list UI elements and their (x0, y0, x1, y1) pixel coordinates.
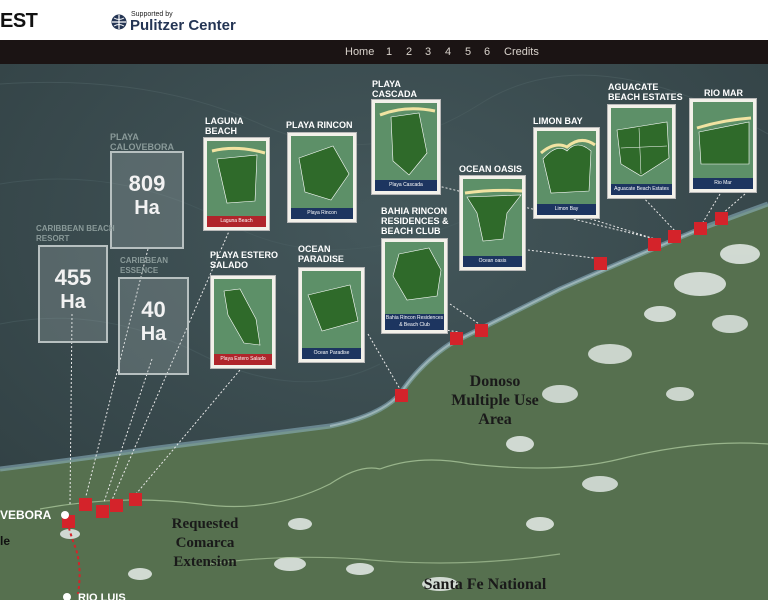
nav-chapter-6[interactable]: 6 (484, 40, 490, 64)
project-label: Caribbean Essence (120, 256, 168, 275)
project-label: Playa Calovebora (110, 132, 175, 152)
project-label: Rio Mar (704, 88, 743, 98)
nav-chapter-1[interactable]: 1 (386, 40, 392, 64)
chapter-nav: Home 1 2 3 4 5 6 Credits (0, 40, 768, 64)
area-label-line: Donoso (469, 373, 521, 390)
project-marker[interactable] (648, 238, 661, 251)
project-marker[interactable] (110, 499, 123, 512)
area-label-line: Santa Fe National (423, 576, 547, 593)
project-marker[interactable] (694, 222, 707, 235)
project-label: Laguna Beach (205, 116, 244, 136)
town-dot (63, 593, 71, 600)
project-card[interactable]: Rio Mar (689, 98, 757, 193)
area-label-santa-fe: Santa Fe National (405, 575, 565, 594)
project-card[interactable]: Aguacate Beach Estates (607, 104, 676, 199)
project-marker[interactable] (594, 257, 607, 270)
parcel-thumbnail (611, 108, 672, 195)
project-card-name: Playa Rincon (291, 208, 353, 219)
project-label: Aguacate Beach Estates (608, 82, 683, 102)
project-card-name: Playa Cascada (375, 180, 437, 191)
project-marker[interactable] (475, 324, 488, 337)
project-card-name: Rio Mar (693, 178, 753, 189)
project-card[interactable]: Laguna Beach (203, 137, 270, 231)
area-label-line: Extension (173, 554, 237, 570)
project-marker[interactable] (395, 389, 408, 402)
edge-label: le (0, 534, 11, 548)
project-card[interactable]: Bahia Rincon Residences & Beach Club (381, 238, 448, 334)
project-card-name: Playa Estero Salado (214, 354, 272, 365)
parcel-thumbnail (214, 279, 272, 365)
area-stat-unit: Ha (140, 323, 167, 345)
nav-chapter-3[interactable]: 3 (425, 40, 431, 64)
project-card-name: Limon Bay (537, 204, 596, 215)
sponsor-name: Pulitzer Center (130, 17, 236, 34)
project-label: Caribbean Beach Resort (36, 224, 115, 243)
satellite-map[interactable]: VEBORA le RIO LUIS Donoso Multiple Use A… (0, 64, 768, 600)
area-stat-card[interactable]: 40 Ha (118, 277, 189, 375)
parcel-thumbnail (375, 103, 437, 191)
town-label-rio-luis: RIO LUIS (78, 592, 126, 600)
project-label: Ocean Oasis (459, 164, 523, 174)
project-marker[interactable] (96, 505, 109, 518)
globe-icon (111, 14, 127, 30)
area-stat-unit: Ha (60, 291, 86, 313)
area-stat-card[interactable]: 455 Ha (38, 245, 108, 343)
area-label-line: Requested (171, 516, 239, 532)
parcel-thumbnail (207, 141, 266, 227)
area-stat-card[interactable]: 809 Ha (110, 151, 184, 249)
project-card[interactable]: Playa Rincon (287, 132, 357, 223)
project-card-name: Ocean Paradise (302, 348, 361, 359)
project-card-name: Aguacate Beach Estates (611, 184, 672, 195)
area-label-comarca: Requested Comarca Extension (150, 515, 260, 572)
project-card-name: Ocean oasis (463, 256, 522, 267)
area-label-donoso: Donoso Multiple Use Area (440, 372, 550, 429)
project-card[interactable]: Limon Bay (533, 127, 600, 219)
area-label-line: Multiple Use (451, 392, 539, 409)
town-dot (61, 511, 69, 519)
area-stat-unit: Ha (134, 197, 160, 219)
area-stat-value: 40 (141, 297, 166, 322)
project-marker[interactable] (715, 212, 728, 225)
project-card[interactable]: Ocean oasis (459, 175, 526, 271)
project-label: Playa Estero Salado (210, 250, 279, 270)
parcel-thumbnail (291, 136, 353, 219)
town-label-calovebora: VEBORA (0, 508, 52, 522)
area-label-line: Area (478, 411, 512, 428)
parcel-thumbnail (302, 271, 361, 359)
project-marker[interactable] (668, 230, 681, 243)
project-marker[interactable] (450, 332, 463, 345)
area-label-line: Comarca (175, 535, 235, 551)
project-card[interactable]: Ocean Paradise (298, 267, 365, 363)
project-card-name: Laguna Beach (207, 216, 266, 227)
parcel-thumbnail (463, 179, 522, 267)
project-label: Playa Rincon (286, 120, 353, 130)
parcel-thumbnail (693, 102, 753, 189)
parcel-thumbnail (537, 131, 596, 215)
project-card[interactable]: Playa Cascada (371, 99, 441, 195)
area-stat-value: 455 (54, 265, 92, 290)
project-label: Bahia Rincon Residences & Beach Club (381, 206, 449, 236)
project-marker[interactable] (79, 498, 92, 511)
nav-chapter-4[interactable]: 4 (445, 40, 451, 64)
site-header: EST Supported by Pulitzer Center (0, 0, 768, 40)
project-label: Limon Bay (533, 116, 583, 126)
site-logo[interactable]: EST (0, 10, 38, 33)
nav-chapter-2[interactable]: 2 (406, 40, 412, 64)
project-card-name: Bahia Rincon Residences & Beach Club (385, 314, 444, 330)
project-label: Ocean Paradise (298, 244, 344, 264)
project-marker[interactable] (129, 493, 142, 506)
nav-credits[interactable]: Credits (504, 40, 539, 64)
nav-chapter-5[interactable]: 5 (465, 40, 471, 64)
project-card[interactable]: Playa Estero Salado (210, 275, 276, 369)
nav-home[interactable]: Home (345, 40, 374, 64)
area-stat-value: 809 (128, 171, 166, 196)
project-label: Playa Cascada (372, 79, 417, 99)
